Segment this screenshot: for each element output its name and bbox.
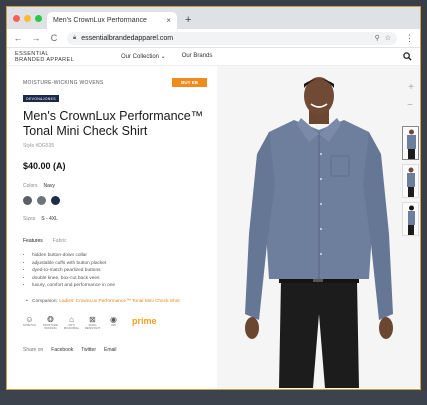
share-email[interactable]: Email — [104, 347, 117, 353]
color-swatches — [23, 196, 207, 205]
product-title-line-2: Tonal Mini Check Shirt — [23, 124, 148, 138]
care-item: ◉ UPF — [107, 315, 120, 328]
back-icon[interactable]: ← — [13, 33, 23, 43]
product-page: MOISTURE-WICKING WOVENS BUY EB DEVON&JON… — [7, 66, 420, 388]
tab-close-icon[interactable]: × — [166, 16, 171, 25]
address-bar: ← → C 🔒︎ essentialbrandedapparel.com ⚲ ☆… — [7, 29, 420, 48]
feature-item: luxury, comfort and performance in one — [32, 282, 207, 290]
prime-logo: prime — [132, 315, 157, 326]
detail-tabs: Features Fabric — [23, 238, 207, 244]
buy-badge[interactable]: BUY EB — [172, 78, 207, 87]
care-label: STRETCH — [22, 322, 37, 327]
feature-item: adjustable cuffs with button placket — [32, 260, 207, 268]
bookmark-star-icon[interactable]: ☆ — [385, 34, 391, 42]
product-gallery: + − — [217, 66, 420, 388]
thumbnail-front[interactable] — [402, 126, 419, 160]
nav-our-brands[interactable]: Our Brands — [182, 53, 213, 60]
lock-icon: 🔒︎ — [73, 34, 77, 41]
forward-icon[interactable]: → — [31, 33, 41, 43]
url-text: essentialbrandedapparel.com — [81, 34, 174, 42]
care-label: SNAG RESISTANT — [84, 322, 101, 331]
color-swatch[interactable] — [37, 196, 46, 205]
feature-item: hidden button-down collar — [32, 252, 207, 260]
care-label: UPF — [110, 322, 117, 327]
thumbnail-side[interactable] — [402, 164, 419, 198]
care-item: ⊠ SNAG RESISTANT — [84, 315, 101, 331]
url-field[interactable]: 🔒︎ essentialbrandedapparel.com ⚲ ☆ — [67, 31, 397, 45]
tab-features[interactable]: Features — [23, 238, 43, 244]
product-title: Men's CrownLux Performance™ Tonal Mini C… — [23, 109, 207, 139]
thumbnail-list — [402, 126, 419, 236]
companion-link[interactable]: Ladies' CrownLux Performance™ Tonal Mini… — [59, 299, 180, 304]
care-label: ANTI MICROBIAL — [63, 322, 80, 331]
companion-note: Companion: Ladies' CrownLux Performance™… — [23, 298, 207, 305]
tab-fabric[interactable]: Fabric — [53, 238, 67, 244]
sizes-label: Sizes — [23, 216, 36, 222]
window-controls — [13, 15, 42, 22]
zoom-page-icon[interactable]: ⚲ — [375, 34, 380, 42]
colors-row: Colors Navy — [23, 183, 207, 189]
search-icon[interactable] — [403, 52, 412, 63]
color-swatch-navy[interactable] — [51, 196, 60, 205]
colors-label: Colors — [23, 183, 38, 189]
feature-icons: ☺ STRETCH ❂ MOISTURE WICKING ⌂ ANTI MICR… — [23, 315, 207, 331]
tab-title: Men's CrownLux Performance — [53, 17, 147, 24]
share-row: Share on Facebook Twitter Email — [23, 347, 207, 353]
logo-line-2: BRANDED APPAREL — [15, 56, 75, 63]
product-price: $40.00 (A) — [23, 161, 66, 171]
sizes-row: Sizes S - 4XL — [23, 216, 207, 222]
new-tab-button[interactable]: + — [185, 14, 191, 26]
care-item: ❂ MOISTURE WICKING — [43, 315, 58, 331]
browser-tab[interactable]: Men's CrownLux Performance × — [47, 12, 177, 29]
colors-value: Navy — [43, 183, 55, 189]
share-twitter[interactable]: Twitter — [81, 347, 96, 353]
feature-list: hidden button-down collar adjustable cuf… — [23, 252, 207, 290]
minimize-window-button[interactable] — [24, 15, 31, 22]
zoom-out-icon[interactable]: − — [407, 100, 413, 111]
care-label: MOISTURE WICKING — [43, 322, 58, 331]
product-category[interactable]: MOISTURE-WICKING WOVENS — [23, 80, 104, 86]
page-bottom-strip — [0, 390, 427, 405]
care-item: ☺ STRETCH — [23, 315, 36, 328]
nav-our-collection[interactable]: Our Collection ⌄ — [121, 53, 166, 60]
maximize-window-button[interactable] — [35, 15, 42, 22]
zoom-in-icon[interactable]: + — [408, 82, 414, 93]
companion-prefix: Companion: — [32, 298, 58, 304]
site-nav: Our Collection ⌄ Our Brands — [121, 53, 212, 60]
thumbnail-back[interactable] — [402, 202, 419, 236]
style-number: Style #DG535 — [23, 143, 55, 149]
color-swatch[interactable] — [23, 196, 32, 205]
product-details: MOISTURE-WICKING WOVENS BUY EB DEVON&JON… — [7, 66, 217, 388]
feature-item: double knee, box-cut back vees — [32, 275, 207, 283]
site-header: ESSENTIAL BRANDED APPAREL Our Collection… — [7, 48, 420, 66]
share-facebook[interactable]: Facebook — [51, 347, 73, 353]
close-window-button[interactable] — [13, 15, 20, 22]
product-image[interactable] — [239, 74, 399, 388]
brand-tag: DEVON&JONES — [23, 95, 59, 102]
sizes-value: S - 4XL — [41, 216, 58, 222]
tab-bar: Men's CrownLux Performance × + — [7, 7, 420, 29]
product-title-line-1: Men's CrownLux Performance™ — [23, 109, 204, 123]
browser-window: Men's CrownLux Performance × + ← → C 🔒︎ … — [6, 6, 421, 390]
share-label: Share on — [23, 346, 44, 353]
reload-icon[interactable]: C — [49, 33, 59, 43]
site-logo[interactable]: ESSENTIAL BRANDED APPAREL — [15, 51, 85, 63]
browser-menu-icon[interactable]: ⋮ — [405, 33, 414, 44]
feature-item: dyed-to-match pearlized buttons — [32, 267, 207, 275]
care-item: ⌂ ANTI MICROBIAL — [63, 315, 80, 331]
